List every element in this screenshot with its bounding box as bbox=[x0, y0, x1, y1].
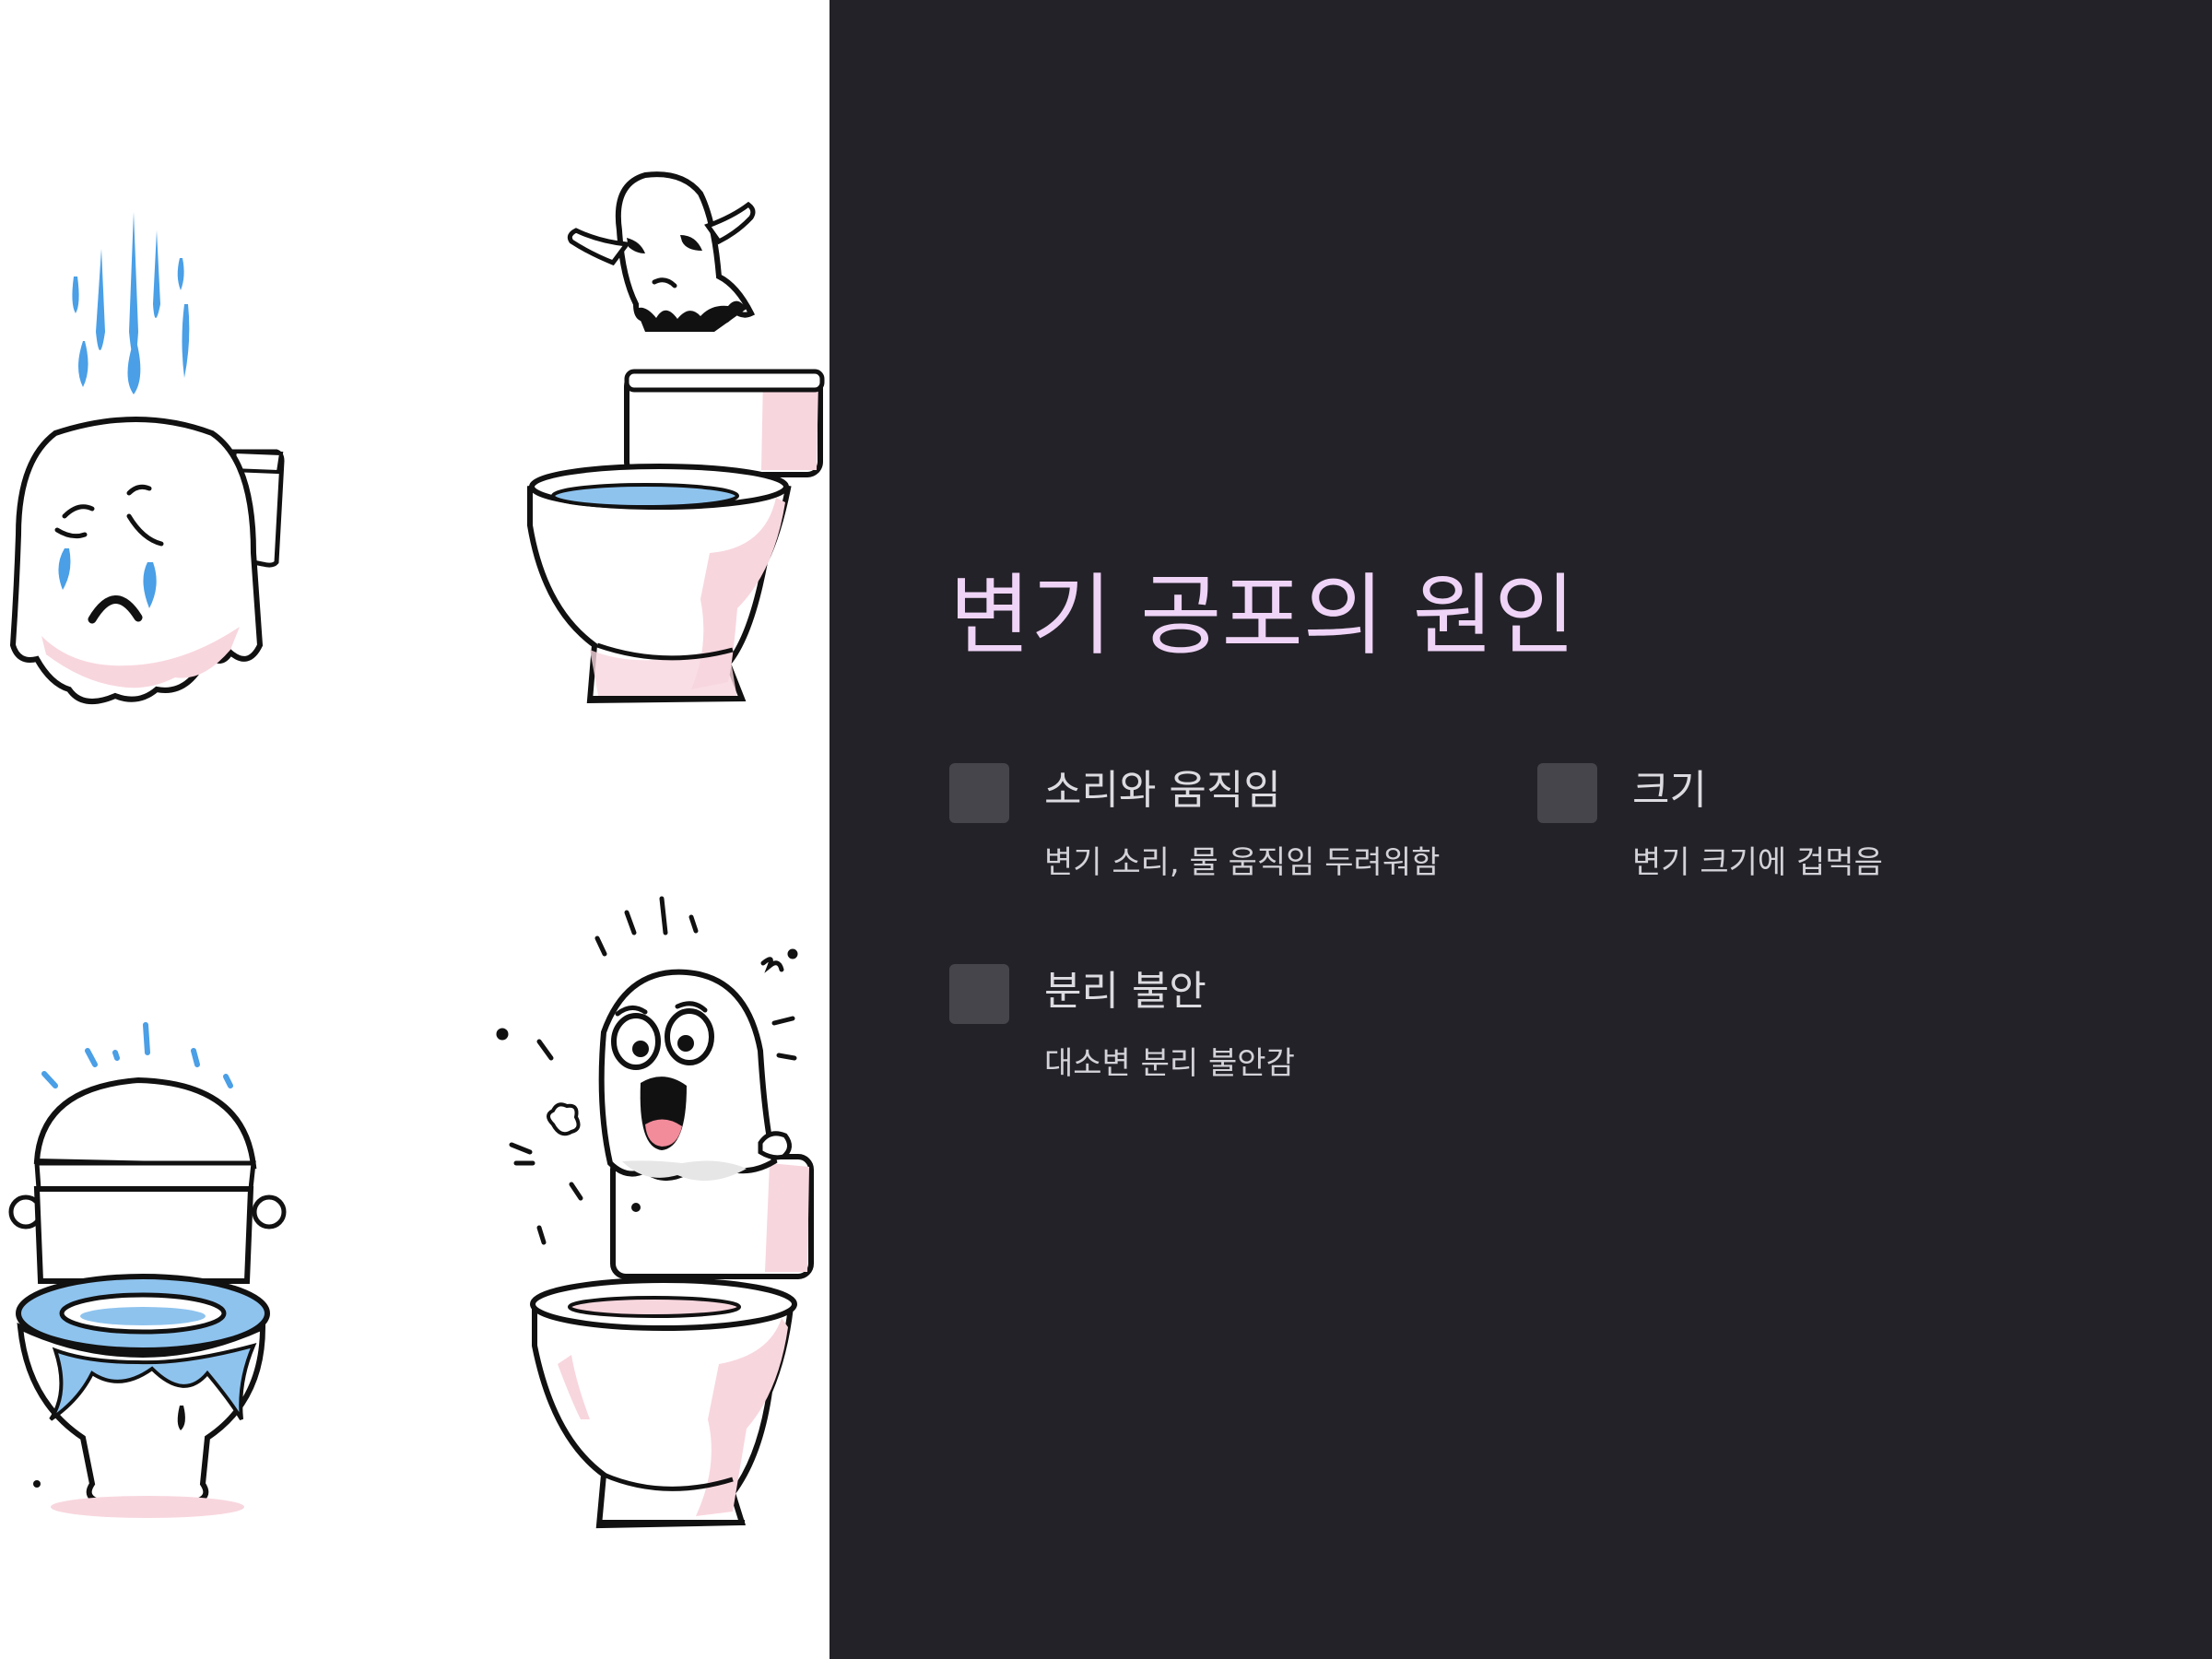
bullet-box-icon bbox=[949, 763, 1009, 823]
ghost-over-toilet-illustration bbox=[527, 171, 825, 704]
page-title: 변기 공포의 원인 bbox=[949, 564, 1576, 667]
content-panel: 변기 공포의 원인 소리와 움직임 변기 소리, 물 움직임 두려워함 크기 변… bbox=[830, 0, 2212, 1659]
cause-description: 대소변 분리 불안감 bbox=[1044, 1045, 1295, 1082]
illustration-panel bbox=[0, 0, 830, 1659]
falling-tears-icon bbox=[72, 212, 190, 394]
cause-description: 변기 소리, 물 움직임 두려워함 bbox=[1044, 844, 1441, 881]
slide: 변기 공포의 원인 소리와 움직임 변기 소리, 물 움직임 두려워함 크기 변… bbox=[0, 0, 2212, 1659]
cause-description: 변기 크기에 겁먹음 bbox=[1632, 844, 1883, 881]
scared-ghost-in-toilet-illustration bbox=[496, 896, 814, 1529]
bullet-box-icon bbox=[1537, 763, 1597, 823]
crying-melting-toilet-illustration bbox=[9, 212, 285, 705]
cause-heading: 크기 bbox=[1632, 767, 1707, 814]
bullet-box-icon bbox=[949, 964, 1009, 1024]
overflowing-toilet-illustration bbox=[8, 1022, 287, 1518]
splash-lines-icon bbox=[41, 1022, 233, 1088]
cause-heading: 분리 불안 bbox=[1044, 968, 1206, 1015]
cause-heading: 소리와 움직임 bbox=[1044, 767, 1281, 814]
